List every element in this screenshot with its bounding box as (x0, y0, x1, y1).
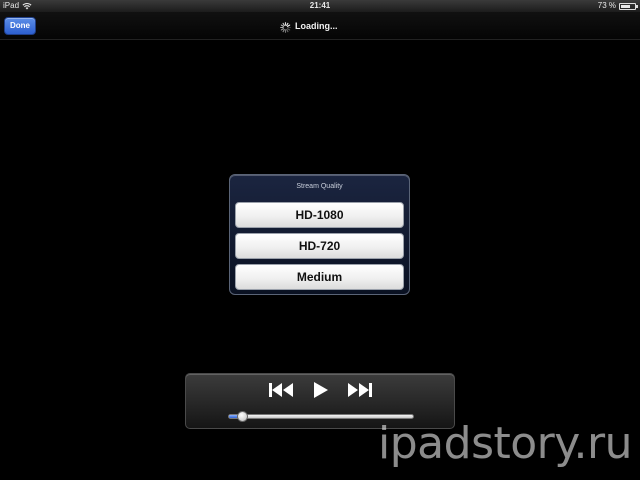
skip-back-icon[interactable] (268, 380, 294, 400)
battery-icon (619, 2, 638, 10)
loading-text: Loading... (295, 20, 338, 31)
play-icon[interactable] (312, 380, 330, 400)
status-right: 73 % (597, 0, 638, 12)
quality-option-medium[interactable]: Medium (235, 264, 404, 290)
watermark-text: ipadstory.ru (378, 418, 632, 469)
done-button[interactable]: Done (4, 17, 36, 35)
skip-forward-icon[interactable] (347, 380, 373, 400)
battery-level-fill (621, 4, 630, 8)
nav-bar: Done Loading... (0, 12, 640, 40)
quality-option-hd-720[interactable]: HD-720 (235, 233, 404, 259)
status-bar: iPad 21:41 73 % (0, 0, 640, 12)
scrubber-thumb[interactable] (236, 411, 248, 422)
battery-percent: 73 % (597, 1, 616, 10)
stream-quality-sheet: Stream Quality HD-1080 HD-720 Medium (229, 174, 410, 295)
spinner-icon (280, 20, 291, 33)
status-time: 21:41 (309, 1, 331, 10)
quality-option-hd-1080[interactable]: HD-1080 (235, 202, 404, 228)
loading-indicator: Loading... (280, 20, 338, 33)
stream-quality-title: Stream Quality (296, 183, 343, 190)
